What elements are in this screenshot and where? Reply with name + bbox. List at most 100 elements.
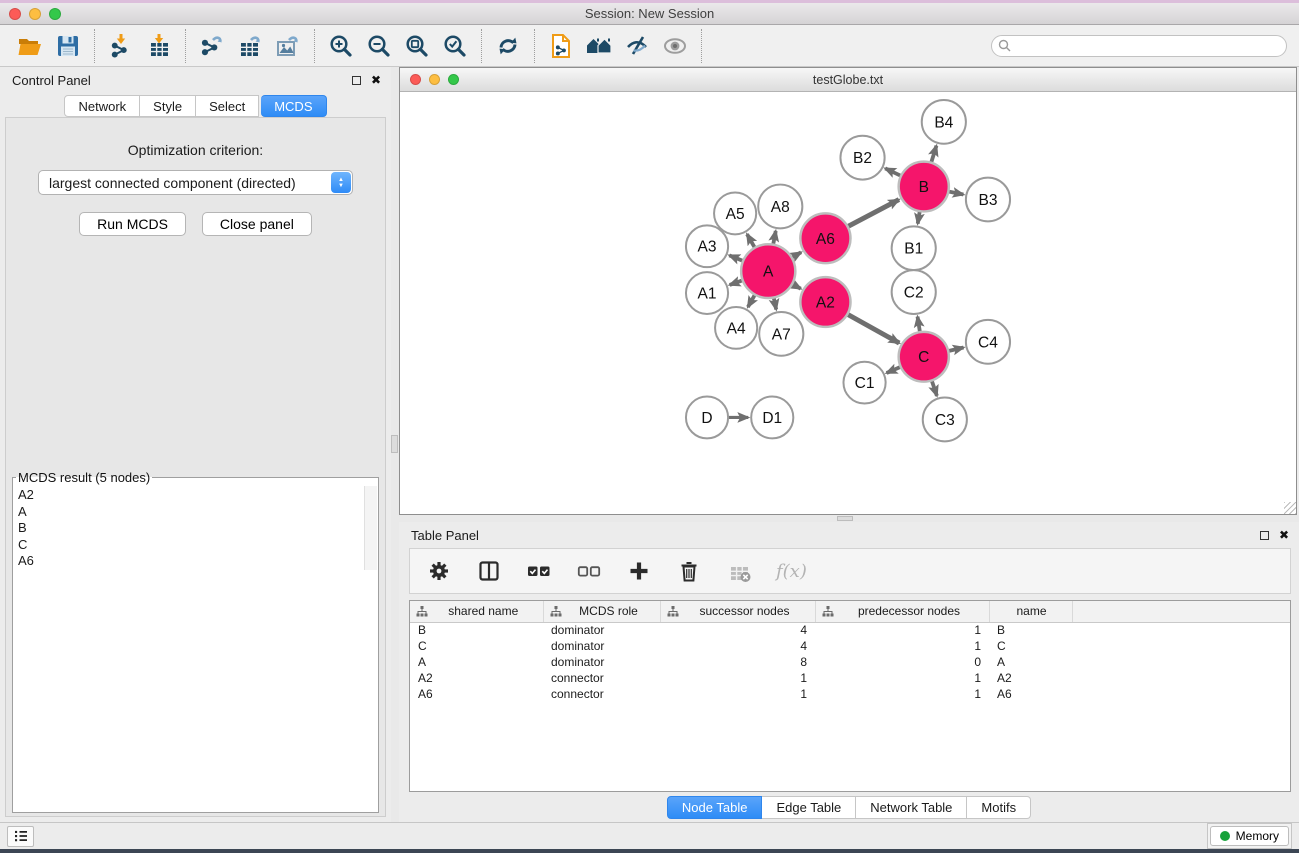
mcds-result-item[interactable]: C <box>18 537 377 554</box>
network-file-icon[interactable] <box>546 31 576 61</box>
delete-table-icon[interactable] <box>726 558 752 584</box>
graph-node-B[interactable]: B <box>899 162 949 212</box>
cell[interactable]: A6 <box>989 686 1072 702</box>
export-image-icon[interactable] <box>273 31 303 61</box>
vertical-splitter[interactable] <box>391 67 399 822</box>
tab-edge-table[interactable]: Edge Table <box>762 796 856 819</box>
cell[interactable]: dominator <box>543 638 660 654</box>
table-row[interactable]: Cdominator41C <box>410 638 1290 654</box>
cell[interactable]: 1 <box>815 638 989 654</box>
task-history-button[interactable] <box>7 826 34 847</box>
criterion-select[interactable]: largest connected component (directed) ▲… <box>38 170 353 195</box>
graph-node-C2[interactable]: C2 <box>892 270 936 314</box>
graph-node-A2[interactable]: A2 <box>800 277 850 327</box>
export-table-icon[interactable] <box>235 31 265 61</box>
memory-button[interactable]: Memory <box>1210 826 1289 846</box>
tab-network-table[interactable]: Network Table <box>856 796 967 819</box>
cell[interactable]: 1 <box>660 686 815 702</box>
save-icon[interactable] <box>53 31 83 61</box>
graph-node-A7[interactable]: A7 <box>759 312 803 356</box>
graph-node-D1[interactable]: D1 <box>751 397 793 439</box>
home-icon[interactable] <box>584 31 614 61</box>
graph-node-A8[interactable]: A8 <box>758 185 802 229</box>
zoom-fit-icon[interactable] <box>402 31 432 61</box>
float-panel-icon[interactable] <box>352 76 361 85</box>
tab-select[interactable]: Select <box>196 95 259 117</box>
column-header-successor-nodes[interactable]: successor nodes <box>660 601 815 622</box>
cell[interactable]: C <box>989 638 1072 654</box>
deselect-all-icon[interactable] <box>576 558 602 584</box>
graph-node-B3[interactable]: B3 <box>966 178 1010 222</box>
function-icon[interactable]: f(x) <box>776 561 807 582</box>
cell[interactable]: A <box>410 654 543 670</box>
minimize-window-button[interactable] <box>29 8 41 20</box>
graph-node-A1[interactable]: A1 <box>686 272 728 314</box>
horizontal-splitter[interactable] <box>399 515 1299 522</box>
mcds-result-item[interactable]: B <box>18 520 377 537</box>
cell[interactable]: B <box>410 622 543 638</box>
graph-node-B2[interactable]: B2 <box>840 136 884 180</box>
graph-node-C1[interactable]: C1 <box>843 362 885 404</box>
splitter-grip[interactable] <box>837 516 853 521</box>
table-row[interactable]: A2connector11A2 <box>410 670 1290 686</box>
cell[interactable]: connector <box>543 686 660 702</box>
graph-node-B4[interactable]: B4 <box>922 100 966 144</box>
close-network-button[interactable] <box>410 74 421 85</box>
tab-motifs[interactable]: Motifs <box>967 796 1031 819</box>
tab-node-table[interactable]: Node Table <box>667 796 763 819</box>
cell[interactable]: 1 <box>815 686 989 702</box>
tab-network[interactable]: Network <box>64 95 140 117</box>
close-window-button[interactable] <box>9 8 21 20</box>
graph-node-C[interactable]: C <box>899 332 949 382</box>
tab-style[interactable]: Style <box>140 95 196 117</box>
graph-node-A5[interactable]: A5 <box>714 193 756 235</box>
cell[interactable]: A6 <box>410 686 543 702</box>
cell[interactable]: 1 <box>815 622 989 638</box>
hide-graphics-icon[interactable] <box>622 31 652 61</box>
mcds-result-list[interactable]: A2ABCA6 <box>14 486 377 570</box>
zoom-in-icon[interactable] <box>326 31 356 61</box>
close-panel-icon[interactable]: ✖ <box>371 75 381 85</box>
cell[interactable]: 1 <box>660 670 815 686</box>
resize-grip-icon[interactable] <box>1284 502 1296 514</box>
search-box[interactable] <box>991 35 1287 57</box>
mcds-result-item[interactable]: A6 <box>18 553 377 570</box>
close-panel-button[interactable]: Close panel <box>202 212 312 236</box>
graph-node-C4[interactable]: C4 <box>966 320 1010 364</box>
graph-node-C3[interactable]: C3 <box>923 398 967 442</box>
column-header-predecessor-nodes[interactable]: predecessor nodes <box>815 601 989 622</box>
zoom-out-icon[interactable] <box>364 31 394 61</box>
network-canvas[interactable]: B4B2BB3A5A8A6A3B1AA1C2A2A4A7C4CC1C3DD1 <box>400 92 1296 514</box>
cell[interactable]: dominator <box>543 622 660 638</box>
zoom-network-button[interactable] <box>448 74 459 85</box>
columns-icon[interactable] <box>476 558 502 584</box>
export-network-icon[interactable] <box>197 31 227 61</box>
cell[interactable]: 4 <box>660 622 815 638</box>
graph-node-A4[interactable]: A4 <box>715 307 757 349</box>
cell[interactable]: dominator <box>543 654 660 670</box>
delete-icon[interactable] <box>676 558 702 584</box>
float-panel-icon[interactable] <box>1260 531 1269 540</box>
cell[interactable]: 0 <box>815 654 989 670</box>
settings-icon[interactable] <box>426 558 452 584</box>
graph-node-A3[interactable]: A3 <box>686 225 728 267</box>
cell[interactable]: C <box>410 638 543 654</box>
graph-node-A6[interactable]: A6 <box>800 213 850 263</box>
column-header-name[interactable]: name <box>989 601 1072 622</box>
list-scrollbar[interactable] <box>364 486 377 570</box>
minimize-network-button[interactable] <box>429 74 440 85</box>
table-row[interactable]: Bdominator41B <box>410 622 1290 638</box>
column-header-MCDS-role[interactable]: MCDS role <box>543 601 660 622</box>
zoom-selected-icon[interactable] <box>440 31 470 61</box>
splitter-grip[interactable] <box>391 435 398 453</box>
cell[interactable]: 1 <box>815 670 989 686</box>
import-table-icon[interactable] <box>144 31 174 61</box>
cell[interactable]: connector <box>543 670 660 686</box>
cell[interactable]: A2 <box>410 670 543 686</box>
add-icon[interactable] <box>626 558 652 584</box>
graph-node-D[interactable]: D <box>686 397 728 439</box>
mcds-result-item[interactable]: A <box>18 504 377 521</box>
zoom-window-button[interactable] <box>49 8 61 20</box>
cell[interactable]: A <box>989 654 1072 670</box>
table-row[interactable]: A6connector11A6 <box>410 686 1290 702</box>
